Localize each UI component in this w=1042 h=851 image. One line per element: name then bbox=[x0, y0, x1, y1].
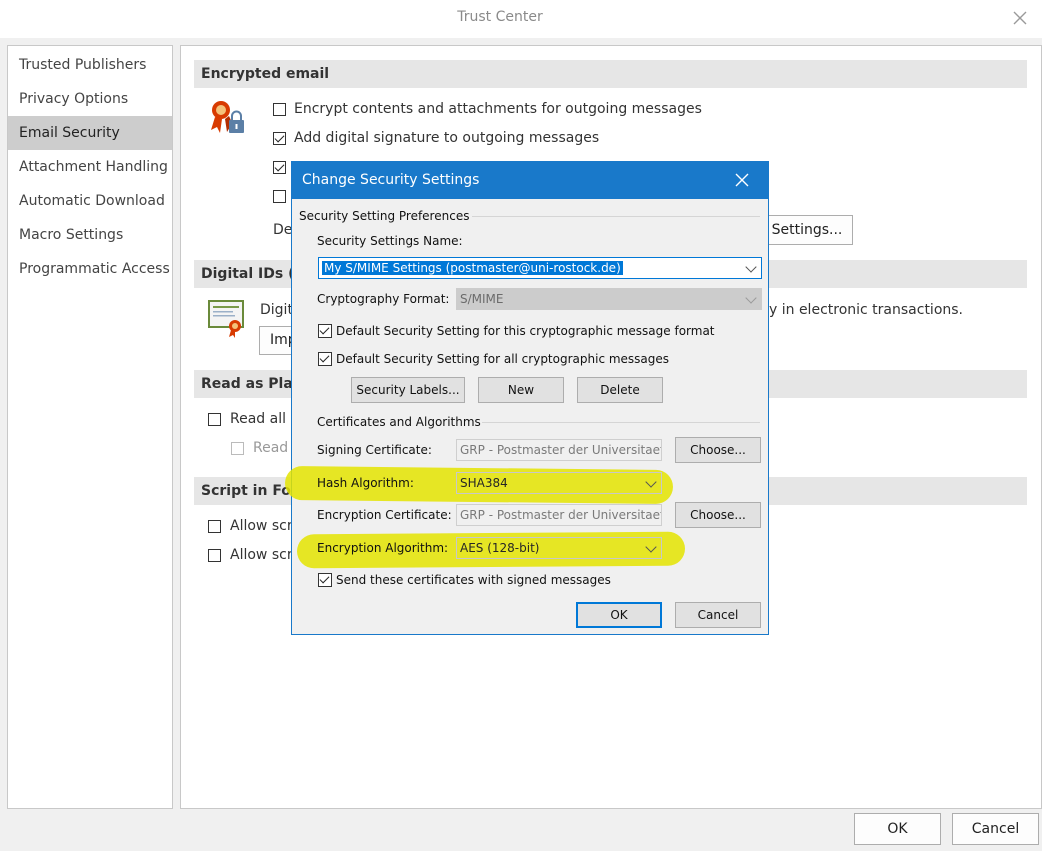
crypto-format-combo[interactable]: S/MIME bbox=[456, 288, 762, 310]
signing-cert-field[interactable]: GRP - Postmaster der Universitaet bbox=[456, 439, 662, 461]
read-all-plain-label: Read all s bbox=[230, 411, 298, 427]
dialog-cancel-button[interactable]: Cancel bbox=[675, 602, 761, 628]
dialog-title: Change Security Settings bbox=[302, 172, 480, 188]
settings-name-combo[interactable]: My S/MIME Settings (postmaster@uni-rosto… bbox=[318, 257, 762, 279]
chevron-down-icon bbox=[645, 476, 657, 488]
ok-button[interactable]: OK bbox=[854, 813, 941, 845]
read-signed-plain-label: Read bbox=[253, 440, 289, 456]
certs-group-line bbox=[482, 422, 760, 423]
hash-algorithm-label: Hash Algorithm: bbox=[317, 476, 414, 490]
allow-script-shared-checkbox[interactable] bbox=[208, 520, 221, 533]
digital-ids-text-right: y in electronic transactions. bbox=[769, 302, 964, 318]
chevron-down-icon bbox=[645, 541, 657, 553]
dialog-close-icon[interactable] bbox=[732, 170, 752, 190]
default-setting-label: De bbox=[273, 222, 293, 238]
chevron-down-icon bbox=[745, 292, 757, 304]
encrypted-email-icon bbox=[207, 98, 247, 138]
sidebar-item-macro-settings[interactable]: Macro Settings bbox=[8, 218, 172, 252]
dialog-ok-button[interactable]: OK bbox=[576, 602, 662, 628]
enc-algorithm-value: AES (128-bit) bbox=[460, 541, 540, 555]
settings-name-label: Security Settings Name: bbox=[317, 234, 463, 248]
choose-enc-button[interactable]: Choose... bbox=[675, 502, 761, 528]
default-all-label: Default Security Setting for all cryptog… bbox=[336, 352, 670, 366]
new-button[interactable]: New bbox=[478, 377, 564, 403]
preferences-group-line bbox=[472, 216, 760, 217]
crypto-format-label: Cryptography Format: bbox=[317, 292, 450, 306]
allow-script-public-label: Allow scr bbox=[230, 547, 293, 563]
security-labels-button[interactable]: Security Labels... bbox=[351, 377, 465, 403]
add-signature-label: Add digital signature to outgoing messag… bbox=[294, 130, 600, 146]
settings-button[interactable]: Settings... bbox=[761, 215, 853, 245]
close-icon[interactable] bbox=[1008, 6, 1032, 30]
preferences-group-label: Security Setting Preferences bbox=[299, 209, 470, 223]
sidebar-item-attachment-handling[interactable]: Attachment Handling bbox=[8, 150, 172, 184]
section-header-encrypted-email: Encrypted email bbox=[194, 60, 1027, 88]
default-all-checkbox[interactable] bbox=[318, 352, 332, 366]
allow-script-public-checkbox[interactable] bbox=[208, 549, 221, 562]
default-format-label: Default Security Setting for this crypto… bbox=[336, 324, 715, 338]
default-format-checkbox[interactable] bbox=[318, 324, 332, 338]
choose-signing-button[interactable]: Choose... bbox=[675, 437, 761, 463]
hash-algorithm-value: SHA384 bbox=[460, 476, 508, 490]
sidebar-item-email-security[interactable]: Email Security bbox=[8, 116, 172, 150]
option3-checkbox[interactable] bbox=[273, 161, 286, 174]
chevron-down-icon bbox=[745, 261, 757, 273]
encrypt-contents-checkbox[interactable] bbox=[273, 103, 286, 116]
enc-cert-label: Encryption Certificate: bbox=[317, 508, 452, 522]
read-all-plain-checkbox[interactable] bbox=[208, 413, 221, 426]
sidebar-item-programmatic-access[interactable]: Programmatic Access bbox=[8, 252, 172, 286]
sidebar-item-automatic-download[interactable]: Automatic Download bbox=[8, 184, 172, 218]
sidebar-item-trusted-publishers[interactable]: Trusted Publishers bbox=[8, 48, 172, 82]
cancel-button[interactable]: Cancel bbox=[952, 813, 1039, 845]
sidebar-item-privacy-options[interactable]: Privacy Options bbox=[8, 82, 172, 116]
add-signature-checkbox[interactable] bbox=[273, 132, 286, 145]
send-certs-checkbox[interactable] bbox=[318, 573, 332, 587]
allow-script-shared-label: Allow scr bbox=[230, 518, 293, 534]
enc-cert-field[interactable]: GRP - Postmaster der Universitaet bbox=[456, 504, 662, 526]
enc-algorithm-combo[interactable]: AES (128-bit) bbox=[456, 537, 662, 559]
signing-cert-label: Signing Certificate: bbox=[317, 443, 432, 457]
crypto-format-value: S/MIME bbox=[460, 292, 504, 306]
certificate-icon bbox=[207, 298, 247, 338]
digital-ids-text-left: Digit bbox=[260, 302, 293, 318]
certs-group-label: Certificates and Algorithms bbox=[317, 415, 481, 429]
encrypt-contents-label: Encrypt contents and attachments for out… bbox=[294, 101, 702, 117]
hash-algorithm-combo[interactable]: SHA384 bbox=[456, 472, 662, 494]
settings-name-value: My S/MIME Settings (postmaster@uni-rosto… bbox=[322, 261, 623, 275]
delete-button[interactable]: Delete bbox=[577, 377, 663, 403]
window-title: Trust Center bbox=[457, 9, 543, 25]
send-certs-label: Send these certificates with signed mess… bbox=[336, 573, 611, 587]
read-signed-plain-checkbox[interactable] bbox=[231, 442, 244, 455]
option4-checkbox[interactable] bbox=[273, 190, 286, 203]
change-security-settings-dialog: Change Security Settings Security Settin… bbox=[284, 161, 769, 635]
sidebar: Trusted Publishers Privacy Options Email… bbox=[7, 45, 173, 809]
enc-algorithm-label: Encryption Algorithm: bbox=[317, 541, 449, 555]
